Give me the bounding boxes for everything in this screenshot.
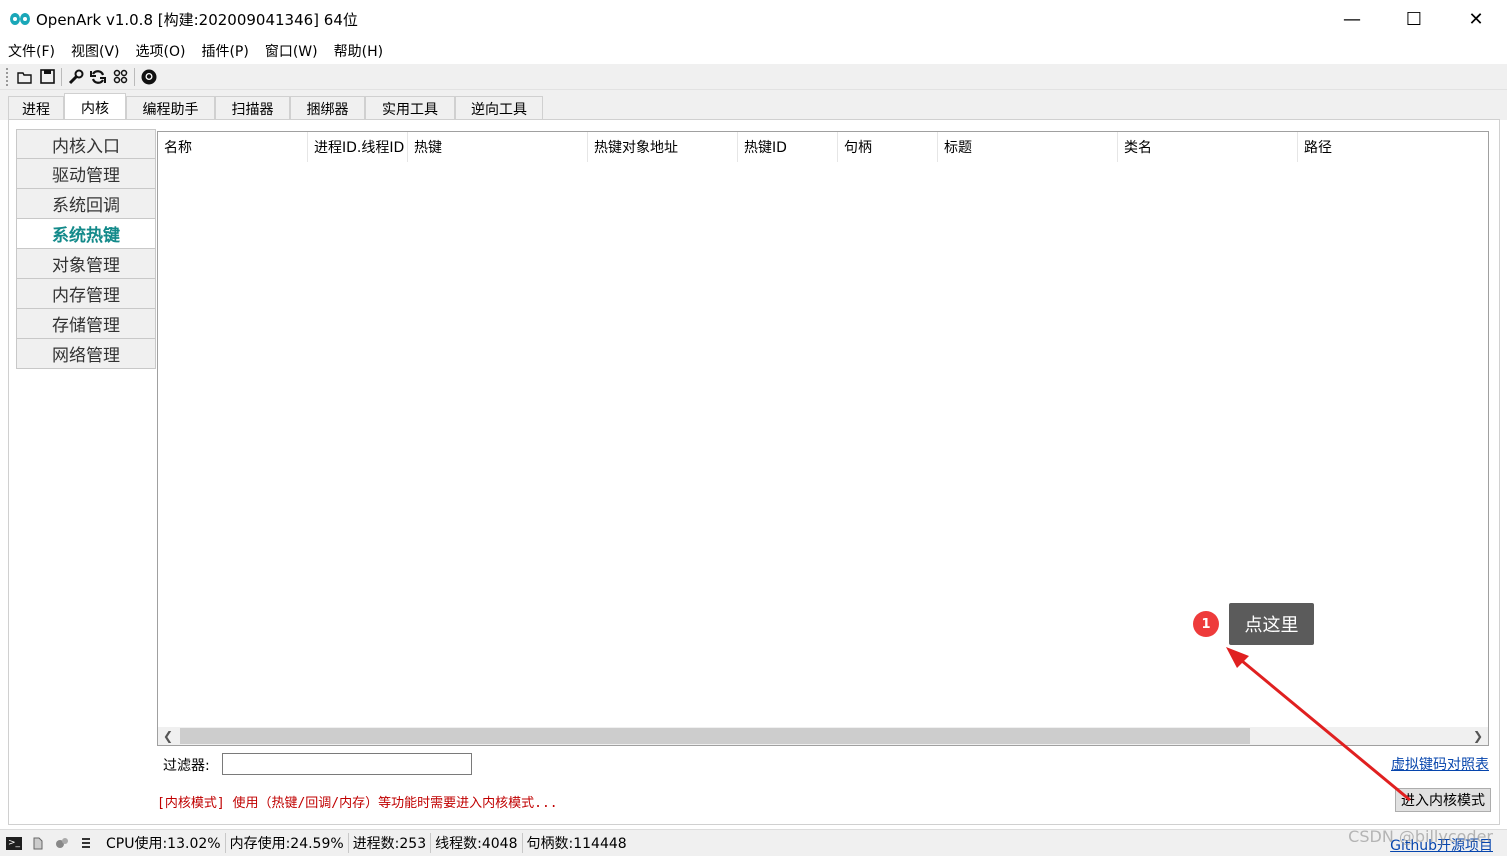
minimize-button[interactable]: — [1321,0,1383,38]
grid-icon[interactable] [109,66,131,88]
toolbar-separator [134,67,135,86]
menu-window[interactable]: 窗口(W) [265,41,318,61]
tab-kernel[interactable]: 内核 [64,93,126,121]
console-icon[interactable]: >_ [6,836,22,850]
table-header: 名称 进程ID.线程ID 热键 热键对象地址 热键ID 句柄 标题 类名 路径 [158,132,1488,162]
column-header-title[interactable]: 标题 [938,132,1118,162]
nav-system-callbacks[interactable]: 系统回调 [16,189,156,219]
kernel-sidenav: 内核入口 驱动管理 系统回调 系统热键 对象管理 内存管理 存储管理 网络管理 [16,129,156,369]
toolbar-grip[interactable] [6,67,8,86]
menu-view[interactable]: 视图(V) [71,41,120,61]
close-button[interactable]: ✕ [1445,0,1507,38]
tab-scanner[interactable]: 扫描器 [215,96,290,120]
stack-icon[interactable] [78,836,94,850]
column-header-class[interactable]: 类名 [1118,132,1298,162]
scroll-left-icon[interactable]: ❮ [158,727,178,745]
nav-object-manager[interactable]: 对象管理 [16,249,156,279]
hotkey-table[interactable]: 名称 进程ID.线程ID 热键 热键对象地址 热键ID 句柄 标题 类名 路径 … [157,131,1489,746]
tab-utilities[interactable]: 实用工具 [365,96,455,120]
menu-bar: 文件(F) 视图(V) 选项(O) 插件(P) 窗口(W) 帮助(H) [0,38,1507,64]
annotation-callout: 点这里 [1229,603,1314,645]
toolbar-separator [61,67,62,86]
column-header-path[interactable]: 路径 [1298,132,1488,162]
handle-count: 句柄数:114448 [526,836,627,852]
openark-logo-icon [10,11,32,27]
status-bar: >_ CPU使用:13.02% 内存使用:24.59% 进程数:253 线程数:… [0,829,1507,856]
maximize-button[interactable]: ☐ [1383,0,1445,38]
kernel-mode-notice: [内核模式] 使用（热键/回调/内存）等功能时需要进入内核模式... [157,796,558,811]
title-bar: OpenArk v1.0.8 [构建:202009041346] 64位 — ☐… [0,0,1507,38]
column-header-name[interactable]: 名称 [158,132,308,162]
tab-bar: 进程 内核 编程助手 扫描器 捆绑器 实用工具 逆向工具 [0,90,1507,121]
github-icon[interactable] [138,66,160,88]
horizontal-scrollbar[interactable]: ❮ ❯ [158,727,1488,745]
enter-kernel-mode-button[interactable]: 进入内核模式 [1395,788,1491,812]
save-icon[interactable] [36,66,58,88]
wrench-icon[interactable] [65,66,87,88]
nav-driver-manager[interactable]: 驱动管理 [16,159,156,189]
column-header-hotkey-id[interactable]: 热键ID [738,132,838,162]
scrollbar-thumb[interactable] [180,728,1250,744]
toolbar [0,64,1507,90]
nav-memory-manager[interactable]: 内存管理 [16,279,156,309]
filter-row: 过滤器: 虚拟键码对照表 [157,749,1491,779]
menu-plugins[interactable]: 插件(P) [201,41,248,61]
column-header-handle[interactable]: 句柄 [838,132,938,162]
thread-count: 线程数:4048 [431,833,523,853]
nav-storage-manager[interactable]: 存储管理 [16,309,156,339]
tab-process[interactable]: 进程 [8,96,64,120]
nav-network-manager[interactable]: 网络管理 [16,339,156,369]
menu-help[interactable]: 帮助(H) [334,41,383,61]
filter-input[interactable] [222,753,472,775]
column-header-hotkey[interactable]: 热键 [408,132,588,162]
csdn-watermark: CSDN @billycoder [1348,827,1493,846]
window-title: OpenArk v1.0.8 [构建:202009041346] 64位 [36,10,358,29]
filter-label: 过滤器: [163,758,210,774]
cpu-usage: CPU使用:13.02% [102,833,226,853]
virtual-keycode-table-link[interactable]: 虚拟键码对照表 [1391,754,1489,774]
memory-usage: 内存使用:24.59% [226,833,349,853]
nav-system-hotkeys[interactable]: 系统热键 [16,219,156,249]
annotation-badge: 1 [1193,611,1219,637]
tab-coding-assistant[interactable]: 编程助手 [126,96,215,120]
menu-options[interactable]: 选项(O) [136,41,186,61]
nav-kernel-entry[interactable]: 内核入口 [16,129,156,159]
tab-bundler[interactable]: 捆绑器 [290,96,365,120]
open-folder-icon[interactable] [14,66,36,88]
tools-icon[interactable] [54,836,70,850]
menu-file[interactable]: 文件(F) [8,41,55,61]
tab-reverse-tools[interactable]: 逆向工具 [455,96,543,120]
scroll-right-icon[interactable]: ❯ [1468,727,1488,745]
column-header-hotkey-object[interactable]: 热键对象地址 [588,132,738,162]
document-icon[interactable] [30,836,46,850]
refresh-icon[interactable] [87,66,109,88]
column-header-pid-tid[interactable]: 进程ID.线程ID [308,132,408,162]
process-count: 进程数:253 [349,833,432,853]
